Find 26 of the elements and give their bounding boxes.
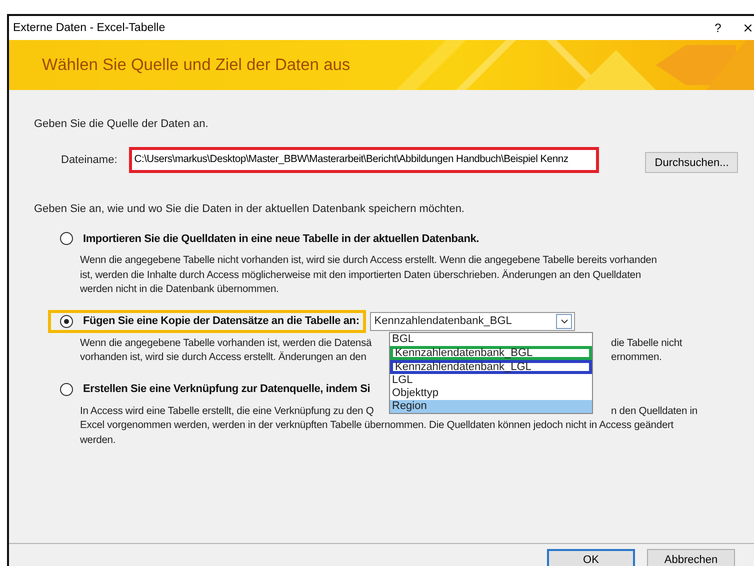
description-text: n den Quelldaten in [611, 404, 698, 418]
dropdown-item[interactable]: Region [390, 400, 592, 413]
filename-label: Dateiname: [61, 154, 118, 166]
help-button[interactable]: ? [708, 21, 728, 35]
dropdown-item[interactable]: Kennzahlendatenbank_LGL [390, 360, 592, 374]
description-text: In Access wird eine Tabelle erstellt, die eine Verknüpfung zu den Q [80, 404, 374, 418]
table-combo-box[interactable]: Kennzahlendatenbank_BGL [370, 312, 576, 330]
description-text: werden. [80, 434, 117, 448]
source-prompt: Geben Sie die Quelle der Daten an. [34, 118, 210, 130]
description-text: ernommen. [611, 351, 662, 365]
browse-button[interactable]: Durchsuchen... [645, 152, 738, 173]
cancel-button[interactable]: Abbrechen [647, 549, 735, 566]
description-text: Wenn die angegebene Tabelle vorhanden ist, werden die Datensä [80, 336, 372, 350]
description-text: die Tabelle nicht [611, 336, 682, 350]
ok-button[interactable]: OK [547, 549, 635, 566]
option-title[interactable]: Erstellen Sie eine Verknüpfung zur Datenquelle, indem Si [83, 383, 370, 395]
option-title[interactable]: Importieren Sie die Quelldaten in eine neue Tabelle in der aktuellen Datenbank. [83, 232, 479, 244]
description-text: vorhanden ist, wird sie durch Access erstellt. Änderungen an den [80, 351, 366, 365]
option-title[interactable]: Fügen Sie eine Kopie der Datensätze an die Tabelle an: [83, 315, 360, 327]
description-text: Wenn die angegebene Tabelle nicht vorhanden ist, wird sie durch Access erstellt. Wenn die angegebene Tabelle bereits vorhanden ist, werden die Inhalte durch Access möglicherweise mit den importierten Daten überschrieben. Änderungen an den Quelldaten werden nicht in die Datenbank übernommen. [80, 254, 658, 297]
target-prompt: Geben Sie an, wie und wo Sie die Daten in der aktuellen Datenbank speichern möchten. [34, 203, 466, 215]
dropdown-item[interactable]: Kennzahlendatenbank_BGL [390, 346, 592, 360]
filename-field[interactable]: C:\Users\markus\Desktop\Master_BBW\Masterarbeit\Bericht\Abbildungen Handbuch\Beispiel Kennz [129, 146, 600, 172]
description-text: Excel vorgenommen werden, werden in der verknüpften Tabelle übernommen. Die Quelldaten können jedoch nicht in Access geändert [80, 419, 675, 433]
window-title: Externe Daten - Excel-Tabelle [13, 22, 166, 34]
banner-title: Wählen Sie Quelle und Ziel der Daten aus [42, 56, 350, 74]
